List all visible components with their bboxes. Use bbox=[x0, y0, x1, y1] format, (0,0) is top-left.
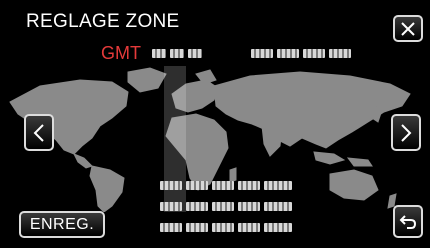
world-map[interactable] bbox=[0, 66, 430, 212]
previous-button[interactable] bbox=[24, 114, 54, 151]
city-list-row bbox=[160, 223, 296, 232]
page-title: REGLAGE ZONE bbox=[26, 11, 180, 32]
save-button-label: ENREG. bbox=[29, 215, 95, 233]
next-button[interactable] bbox=[391, 114, 421, 151]
close-button[interactable] bbox=[393, 15, 423, 42]
close-icon bbox=[401, 21, 415, 36]
gmt-offset-value bbox=[152, 49, 204, 58]
return-button[interactable] bbox=[393, 205, 423, 238]
chevron-left-icon bbox=[33, 123, 44, 142]
world-clock-screen: REGLAGE ZONE GMT ENREG. bbox=[0, 0, 430, 248]
return-icon bbox=[399, 214, 417, 229]
city-list-row bbox=[160, 181, 296, 190]
current-time-value bbox=[251, 49, 357, 58]
city-list-row bbox=[160, 202, 296, 211]
chevron-right-icon bbox=[401, 123, 412, 142]
gmt-label: GMT bbox=[101, 43, 141, 63]
selected-timezone-band bbox=[164, 66, 186, 212]
save-button[interactable]: ENREG. bbox=[19, 211, 105, 238]
